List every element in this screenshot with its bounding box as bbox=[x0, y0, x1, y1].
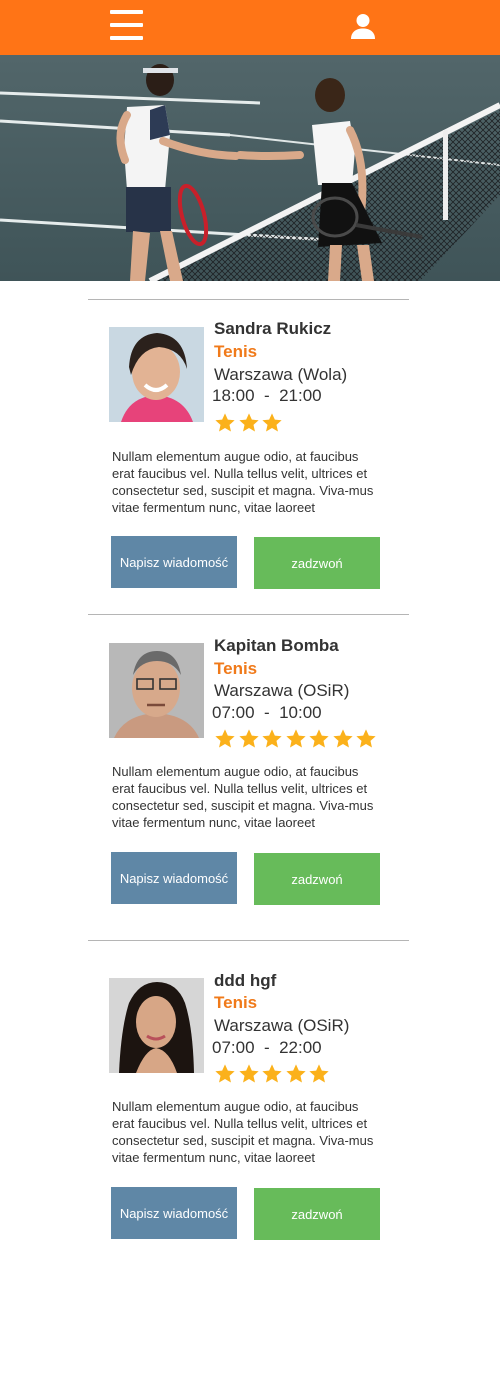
profile-sport: Tenis bbox=[214, 993, 258, 1012]
message-button[interactable]: Napisz wiadomość bbox=[111, 1187, 237, 1239]
star-icon bbox=[238, 413, 259, 432]
star-icon bbox=[285, 1064, 306, 1083]
star-icon bbox=[215, 729, 235, 748]
avatar bbox=[109, 327, 204, 422]
call-button[interactable]: zadzwoń bbox=[254, 1188, 380, 1240]
call-button[interactable]: zadzwoń bbox=[254, 853, 380, 905]
profile-sport: Tenis bbox=[214, 342, 258, 361]
star-icon bbox=[238, 729, 259, 748]
star-icon bbox=[356, 729, 376, 748]
star-icon bbox=[285, 729, 306, 748]
user-icon[interactable] bbox=[349, 13, 377, 40]
profile-location: Warszawa (OSiR) bbox=[214, 681, 350, 700]
profile-name: ddd hgf bbox=[214, 971, 277, 990]
rating-stars bbox=[214, 1063, 332, 1085]
avatar bbox=[109, 643, 204, 738]
divider bbox=[88, 614, 409, 615]
star-icon bbox=[262, 1064, 282, 1083]
profile-location: Warszawa (Wola) bbox=[214, 365, 348, 384]
star-icon bbox=[309, 729, 329, 748]
star-icon bbox=[238, 1064, 259, 1083]
profile-hours: 07:00 - 22:00 bbox=[212, 1038, 322, 1057]
message-button[interactable]: Napisz wiadomość bbox=[111, 536, 237, 588]
profile-card: Kapitan Bomba Tenis Warszawa (OSiR) 07:0… bbox=[0, 616, 500, 916]
profile-card: Sandra Rukicz Tenis Warszawa (Wola) 18:0… bbox=[0, 300, 500, 600]
star-icon bbox=[262, 413, 282, 432]
profile-description: Nullam elementum augue odio, at faucibus… bbox=[112, 1099, 374, 1165]
star-icon bbox=[262, 729, 282, 748]
profile-hours: 18:00 - 21:00 bbox=[212, 386, 322, 405]
profile-location: Warszawa (OSiR) bbox=[214, 1016, 350, 1035]
star-icon bbox=[215, 1064, 235, 1083]
hero-image bbox=[0, 55, 500, 281]
profile-hours: 07:00 - 10:00 bbox=[212, 703, 322, 722]
profile-name: Sandra Rukicz bbox=[214, 319, 332, 338]
star-icon bbox=[309, 1064, 329, 1083]
rating-stars bbox=[214, 412, 285, 434]
avatar bbox=[109, 978, 204, 1073]
profile-description: Nullam elementum augue odio, at faucibus… bbox=[112, 764, 374, 830]
star-icon bbox=[332, 729, 353, 748]
rating-stars bbox=[214, 728, 379, 750]
divider bbox=[88, 940, 409, 941]
top-bar bbox=[0, 0, 500, 55]
profile-card: ddd hgf Tenis Warszawa (OSiR) 07:00 - 22… bbox=[0, 951, 500, 1251]
star-icon bbox=[215, 413, 235, 432]
profile-sport: Tenis bbox=[214, 659, 258, 678]
call-button[interactable]: zadzwoń bbox=[254, 537, 380, 589]
hamburger-menu-icon[interactable] bbox=[110, 10, 143, 41]
message-button[interactable]: Napisz wiadomość bbox=[111, 852, 237, 904]
profile-name: Kapitan Bomba bbox=[214, 636, 339, 655]
profile-description: Nullam elementum augue odio, at faucibus… bbox=[112, 449, 374, 515]
